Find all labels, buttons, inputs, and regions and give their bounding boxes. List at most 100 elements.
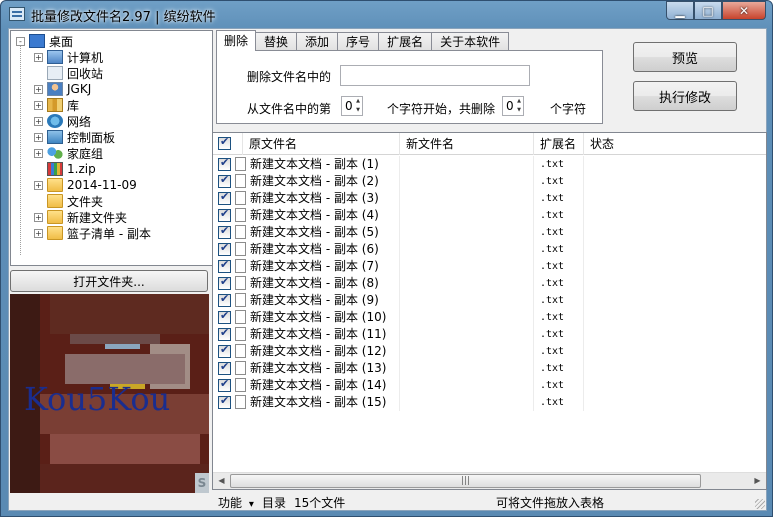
table-row[interactable]: 新建文本文档 - 副本 (7) .txt — [213, 258, 766, 275]
table-row[interactable]: 新建文本文档 - 副本 (12) .txt — [213, 343, 766, 360]
row-checkbox-cell[interactable] — [213, 394, 235, 411]
row-checkbox[interactable] — [218, 207, 231, 222]
row-checkbox-cell[interactable] — [213, 258, 235, 275]
row-checkbox-cell[interactable] — [213, 309, 235, 326]
row-checkbox[interactable] — [218, 173, 231, 188]
column-header-original[interactable]: 原文件名 — [243, 133, 400, 155]
collapse-icon[interactable]: - — [16, 36, 25, 46]
folder-tree[interactable]: - 桌面 + 计算机 回收站 + JGKJ + 库 + 网络 + 控制面板 + 家庭组 1.zip +2014-… — [10, 30, 213, 266]
close-button[interactable]: ✕ — [722, 1, 766, 20]
horizontal-scrollbar[interactable]: ◀ ||| ▶ — [213, 472, 766, 489]
table-row[interactable]: 新建文本文档 - 副本 (9) .txt — [213, 292, 766, 309]
tree-item[interactable]: + JGKJ — [34, 81, 91, 97]
row-checkbox[interactable] — [218, 394, 231, 409]
tree-item[interactable]: + 新建文件夹 — [34, 209, 127, 225]
table-row[interactable]: 新建文本文档 - 副本 (15) .txt — [213, 394, 766, 411]
tab-4[interactable]: 扩展名 — [378, 32, 433, 51]
row-checkbox-cell[interactable] — [213, 241, 235, 258]
row-checkbox-cell[interactable] — [213, 156, 235, 173]
expand-icon[interactable]: + — [34, 132, 43, 142]
expand-icon[interactable]: + — [34, 148, 43, 158]
table-row[interactable]: 新建文本文档 - 副本 (10) .txt — [213, 309, 766, 326]
row-checkbox-cell[interactable] — [213, 190, 235, 207]
table-row[interactable]: 新建文本文档 - 副本 (13) .txt — [213, 360, 766, 377]
tree-item[interactable]: 回收站 — [34, 65, 103, 81]
tab-5[interactable]: 关于本软件 — [431, 32, 510, 51]
contains-input[interactable] — [340, 65, 530, 86]
row-checkbox[interactable] — [218, 224, 231, 239]
table-row[interactable]: 新建文本文档 - 副本 (4) .txt — [213, 207, 766, 224]
tree-item[interactable]: +2014-11-09 — [34, 177, 137, 193]
table-row[interactable]: 新建文本文档 - 副本 (8) .txt — [213, 275, 766, 292]
table-row[interactable]: 新建文本文档 - 副本 (6) .txt — [213, 241, 766, 258]
execute-button[interactable]: 执行修改 — [633, 81, 737, 111]
row-checkbox-cell[interactable] — [213, 224, 235, 241]
row-checkbox[interactable] — [218, 275, 231, 290]
resize-grip-icon[interactable] — [755, 499, 765, 509]
expand-icon[interactable]: + — [34, 228, 43, 238]
row-checkbox[interactable] — [218, 156, 231, 171]
open-folder-button[interactable]: 打开文件夹... — [10, 270, 208, 292]
row-checkbox[interactable] — [218, 241, 231, 256]
row-checkbox-cell[interactable] — [213, 326, 235, 343]
row-checkbox[interactable] — [218, 326, 231, 341]
select-all-checkbox[interactable] — [218, 135, 231, 150]
row-checkbox[interactable] — [218, 258, 231, 273]
spinner-arrows-icon[interactable]: ▲ ▼ — [515, 97, 523, 115]
tab-2[interactable]: 添加 — [296, 32, 339, 51]
header-select-all[interactable] — [213, 133, 243, 155]
row-checkbox[interactable] — [218, 309, 231, 324]
table-row[interactable]: 新建文本文档 - 副本 (1) .txt — [213, 156, 766, 173]
tab-0[interactable]: 删除 — [216, 30, 257, 51]
row-checkbox-cell[interactable] — [213, 377, 235, 394]
tree-item[interactable]: - 桌面 — [16, 33, 73, 49]
row-checkbox-cell[interactable] — [213, 275, 235, 292]
expand-icon[interactable]: + — [34, 52, 43, 62]
start-position-spinner[interactable]: 0 ▲ ▼ — [341, 96, 363, 116]
table-row[interactable]: 新建文本文档 - 副本 (14) .txt — [213, 377, 766, 394]
table-row[interactable]: 新建文本文档 - 副本 (2) .txt — [213, 173, 766, 190]
tree-item[interactable]: 1.zip — [34, 161, 96, 177]
column-header-new[interactable]: 新文件名 — [400, 133, 534, 155]
tree-item[interactable]: + 篮子清单 - 副本 — [34, 225, 151, 241]
expand-icon[interactable]: + — [34, 84, 43, 94]
expand-icon[interactable]: + — [34, 100, 43, 110]
expand-icon[interactable]: + — [34, 116, 43, 126]
column-header-status[interactable]: 状态 — [584, 133, 766, 155]
row-checkbox[interactable] — [218, 190, 231, 205]
row-checkbox-cell[interactable] — [213, 292, 235, 309]
tree-item[interactable]: + 网络 — [34, 113, 91, 129]
file-table[interactable]: 原文件名 新文件名 扩展名 状态 新建文本文档 - 副本 (1).txt新建文本… — [212, 132, 767, 490]
maximize-button[interactable]: □ — [694, 1, 722, 20]
table-row[interactable]: 新建文本文档 - 副本 (3) .txt — [213, 190, 766, 207]
row-checkbox-cell[interactable] — [213, 343, 235, 360]
row-checkbox-cell[interactable] — [213, 173, 235, 190]
function-menu[interactable]: 功能 ▾ — [218, 494, 254, 511]
tab-1[interactable]: 替换 — [255, 32, 298, 51]
tree-item[interactable]: + 库 — [34, 97, 79, 113]
row-checkbox[interactable] — [218, 292, 231, 307]
tree-item[interactable]: + 控制面板 — [34, 129, 115, 145]
spinner-arrows-icon[interactable]: ▲ ▼ — [354, 97, 362, 115]
row-checkbox[interactable] — [218, 360, 231, 375]
scroll-right-icon[interactable]: ▶ — [749, 473, 766, 489]
column-header-extension[interactable]: 扩展名 — [534, 133, 584, 155]
title-bar[interactable]: 批量修改文件名2.97 | 缤纷软件 ▁ □ ✕ — [1, 1, 772, 27]
preview-button[interactable]: 预览 — [633, 42, 737, 72]
tree-item[interactable]: + 家庭组 — [34, 145, 103, 161]
scroll-left-icon[interactable]: ◀ — [213, 473, 230, 489]
row-checkbox-cell[interactable] — [213, 360, 235, 377]
tab-3[interactable]: 序号 — [337, 32, 380, 51]
table-row[interactable]: 新建文本文档 - 副本 (5) .txt — [213, 224, 766, 241]
tree-item[interactable]: + 计算机 — [34, 49, 103, 65]
scroll-thumb[interactable]: ||| — [230, 474, 701, 488]
expand-icon[interactable]: + — [34, 180, 43, 190]
minimize-button[interactable]: ▁ — [666, 1, 694, 20]
row-checkbox-cell[interactable] — [213, 207, 235, 224]
delete-count-spinner[interactable]: 0 ▲ ▼ — [502, 96, 524, 116]
table-row[interactable]: 新建文本文档 - 副本 (11) .txt — [213, 326, 766, 343]
expand-icon[interactable]: + — [34, 212, 43, 222]
row-checkbox[interactable] — [218, 377, 231, 392]
tree-item[interactable]: 文件夹 — [34, 193, 103, 209]
row-checkbox[interactable] — [218, 343, 231, 358]
